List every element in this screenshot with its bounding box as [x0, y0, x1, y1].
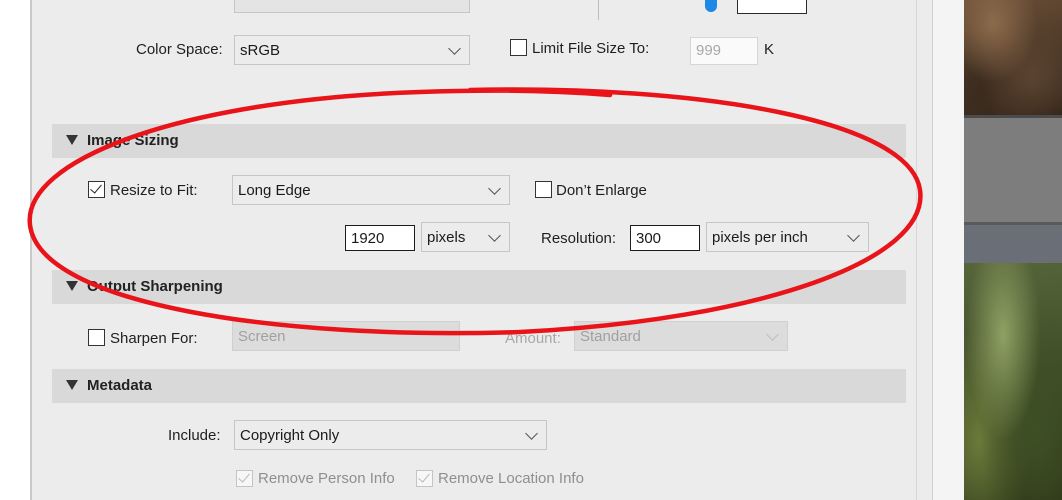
include-dropdown[interactable]: Copyright Only — [234, 420, 547, 450]
panel-divider[interactable] — [932, 0, 964, 500]
limit-file-size-checkbox[interactable] — [510, 39, 527, 56]
remove-location-info-label: Remove Location Info — [438, 470, 584, 487]
include-value: Copyright Only — [240, 427, 340, 444]
file-size-unit: K — [764, 41, 775, 58]
limit-file-size-input[interactable]: 999 — [690, 37, 758, 65]
remove-person-info-checkbox[interactable] — [236, 470, 253, 487]
resolution-label: Resolution: — [541, 230, 617, 247]
chevron-down-icon — [488, 229, 501, 242]
resize-mode-dropdown[interactable]: Long Edge — [232, 175, 510, 205]
chevron-down-icon — [766, 328, 779, 341]
sharpen-for-value: Screen — [238, 328, 286, 345]
color-space-value: sRGB — [240, 42, 281, 59]
chevron-down-icon — [448, 42, 461, 55]
remove-location-info-checkbox[interactable] — [416, 470, 433, 487]
resize-to-fit-checkbox[interactable] — [88, 181, 105, 198]
section-title: Metadata — [87, 377, 153, 394]
collapse-triangle-icon — [66, 281, 78, 291]
slider-track-fragment — [598, 0, 599, 20]
partial-field-top[interactable] — [737, 0, 807, 14]
limit-file-size-label: Limit File Size To: — [532, 40, 650, 57]
section-header-image-sizing[interactable]: Image Sizing — [52, 124, 906, 158]
resize-to-fit-label: Resize to Fit: — [110, 182, 198, 199]
preview-strip — [964, 0, 1062, 500]
amount-value: Standard — [580, 328, 641, 345]
size-input[interactable]: 1920 — [345, 225, 415, 251]
chevron-down-icon — [488, 182, 501, 195]
limit-file-size-value: 999 — [696, 42, 722, 59]
panel-scroll-edge — [916, 0, 917, 500]
resize-mode-value: Long Edge — [238, 182, 311, 199]
remove-person-info-label: Remove Person Info — [258, 470, 395, 487]
size-value: 1920 — [351, 230, 385, 247]
color-space-label: Color Space: — [136, 41, 223, 58]
chevron-down-icon — [525, 427, 538, 440]
resolution-value: 300 — [636, 230, 662, 247]
collapse-triangle-icon — [66, 135, 78, 145]
section-title: Output Sharpening — [87, 278, 223, 295]
sharpen-for-checkbox[interactable] — [88, 329, 105, 346]
sharpen-for-label: Sharpen For: — [110, 330, 198, 347]
thumbnail-band — [964, 225, 1062, 263]
amount-dropdown[interactable]: Standard — [574, 321, 788, 351]
sharpen-for-dropdown[interactable]: Screen — [232, 321, 460, 351]
thumbnail-gap — [964, 115, 1062, 225]
section-title: Image Sizing — [87, 132, 179, 149]
photo-thumbnail-top[interactable] — [964, 0, 1062, 115]
photo-thumbnail-bottom[interactable] — [964, 263, 1062, 500]
section-header-metadata[interactable]: Metadata — [52, 369, 906, 403]
resolution-input[interactable]: 300 — [630, 225, 700, 251]
resolution-unit-value: pixels per inch — [712, 229, 808, 246]
slider-thumb[interactable] — [705, 0, 717, 12]
amount-label: Amount: — [505, 330, 561, 347]
dont-enlarge-checkbox[interactable] — [535, 181, 552, 198]
size-unit-value: pixels — [427, 229, 466, 246]
dont-enlarge-label: Don’t Enlarge — [556, 182, 647, 199]
chevron-down-icon — [847, 229, 860, 242]
color-space-dropdown[interactable]: sRGB — [234, 35, 470, 65]
size-unit-dropdown[interactable]: pixels — [421, 222, 510, 252]
collapse-triangle-icon — [66, 380, 78, 390]
section-header-output-sharpening[interactable]: Output Sharpening — [52, 270, 906, 304]
include-label: Include: — [168, 427, 221, 444]
resolution-unit-dropdown[interactable]: pixels per inch — [706, 222, 869, 252]
partial-dropdown-top[interactable] — [234, 0, 470, 13]
